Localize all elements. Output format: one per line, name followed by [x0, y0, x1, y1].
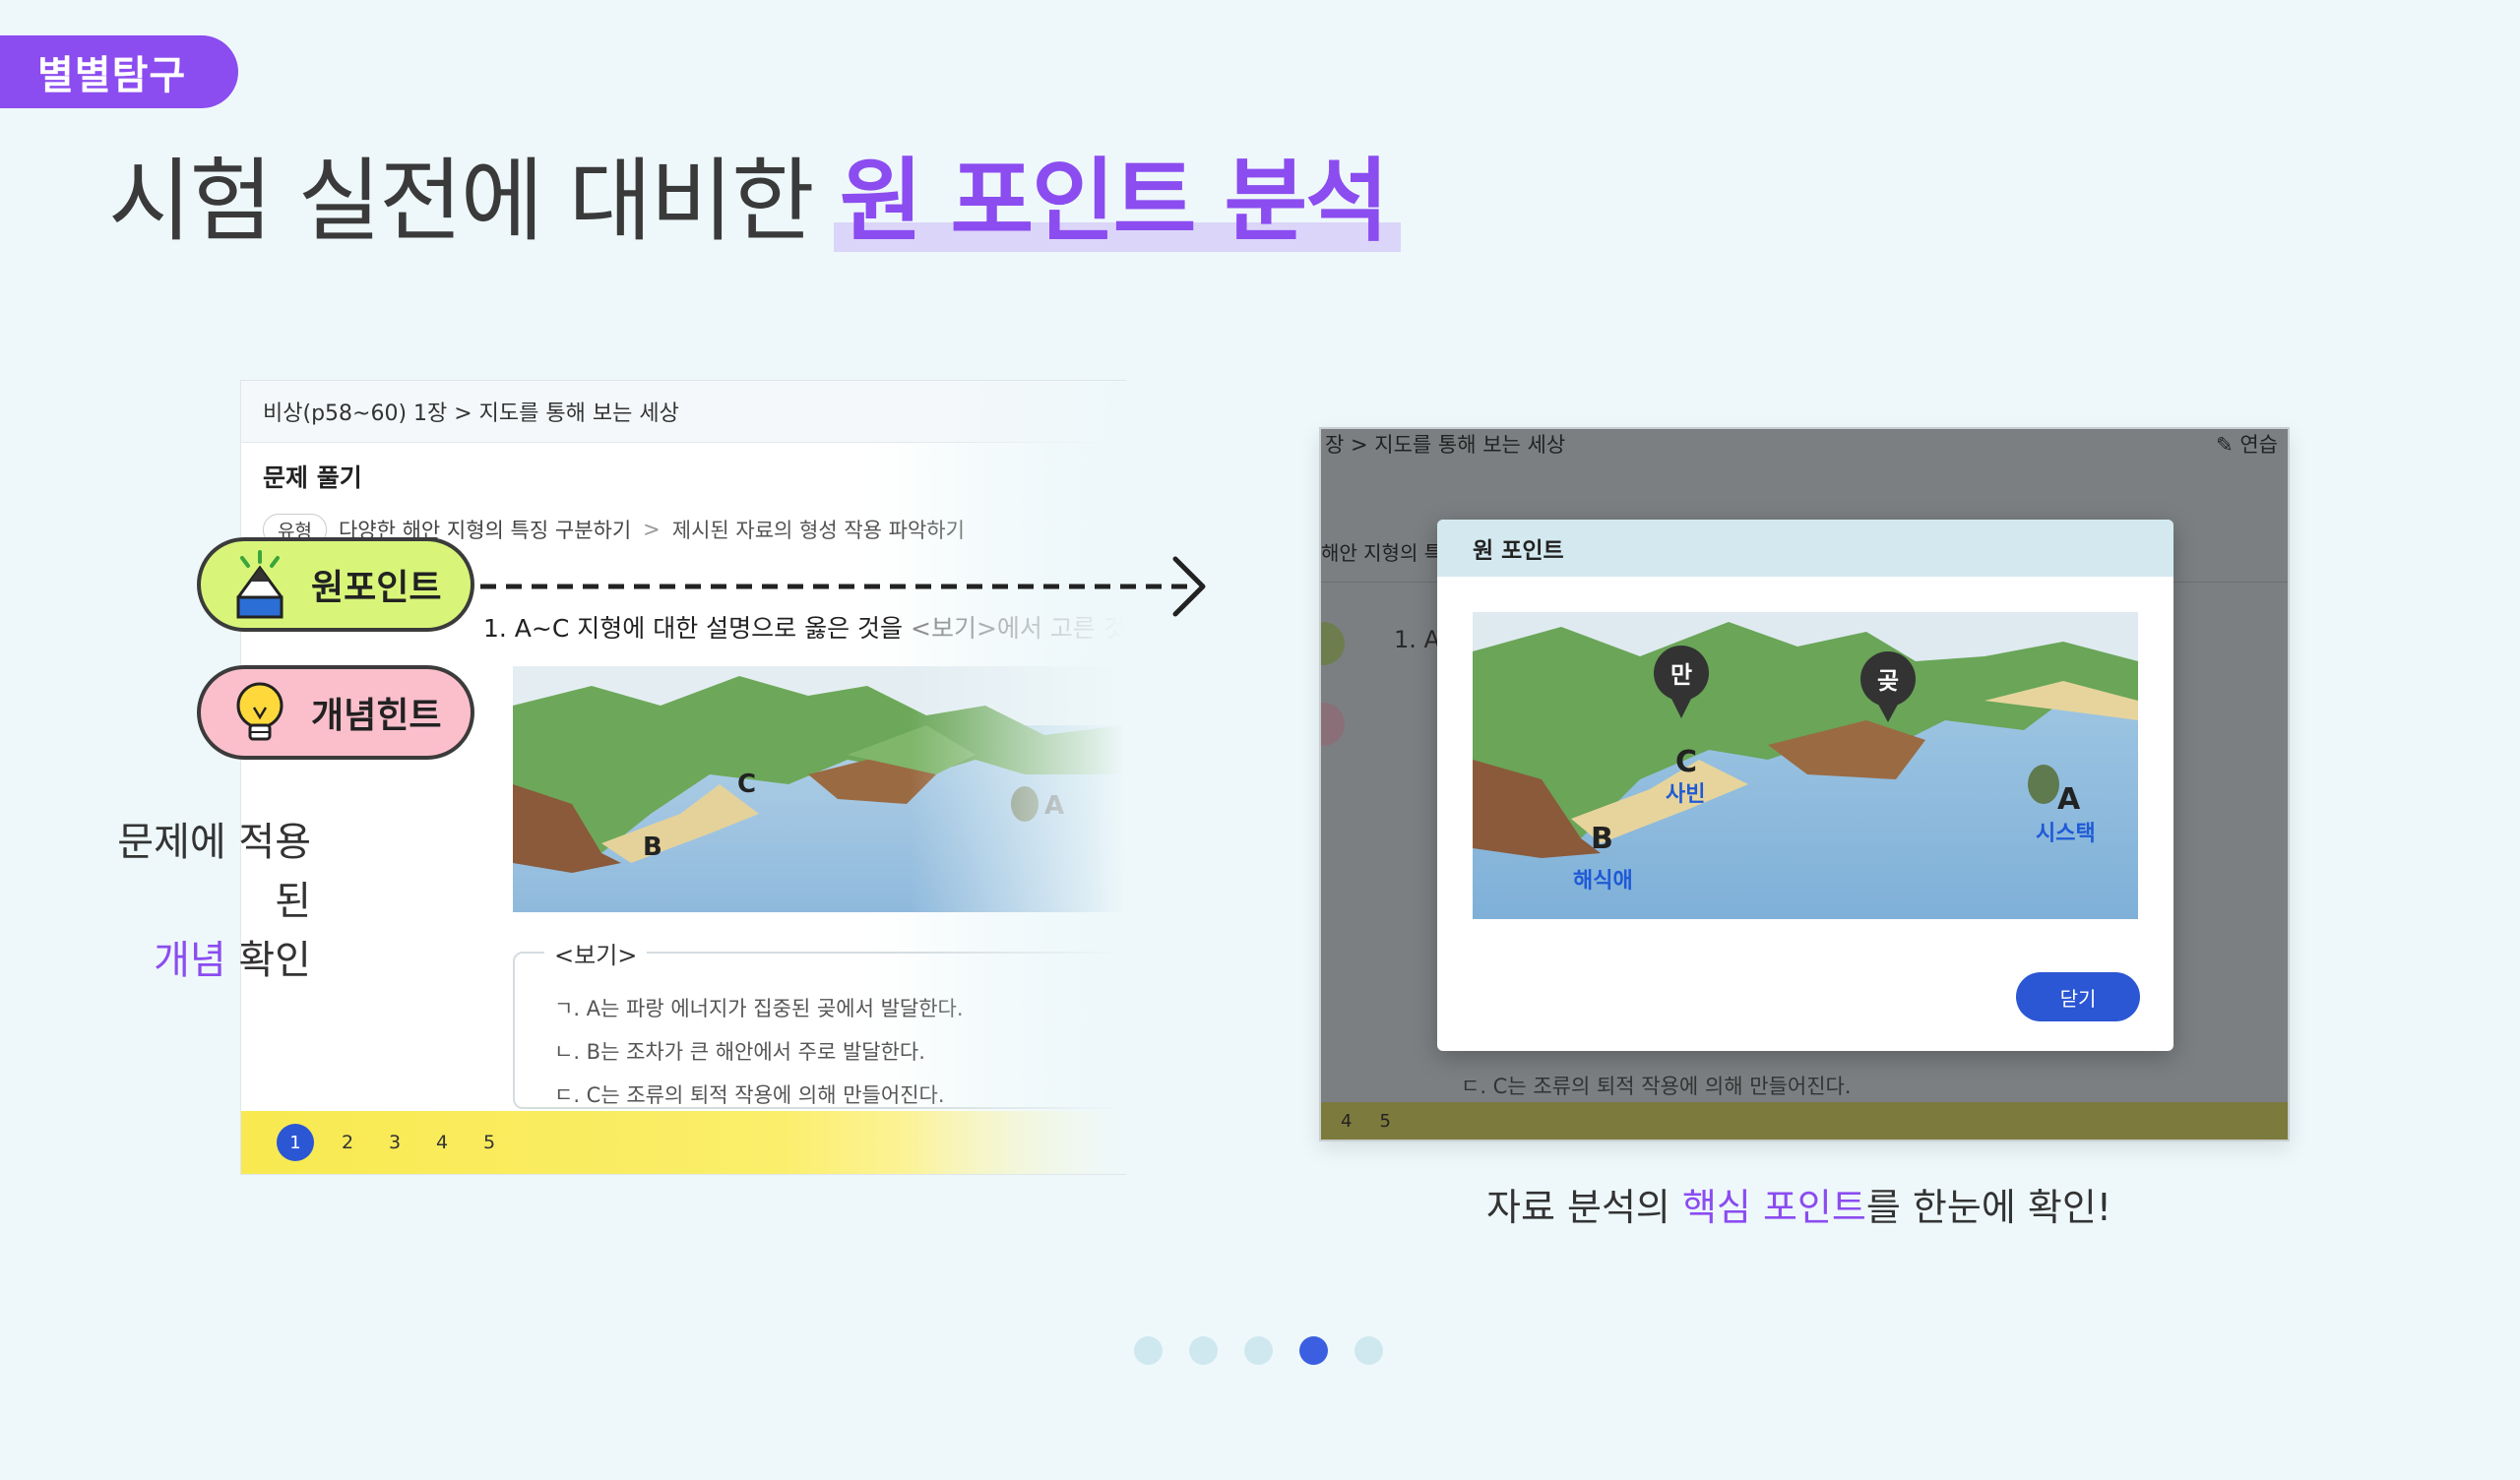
concept-hint-button[interactable]: 개념힌트 [197, 665, 474, 760]
caption-right: 자료 분석의 핵심 포인트를 한눈에 확인! [1486, 1177, 2111, 1231]
caption-left-line1: 문제에 적용된 [117, 820, 311, 924]
right-breadcrumb-text: 장 > 지도를 통해 보는 세상 [1325, 433, 1566, 457]
left-section-title: 문제 풀기 [263, 463, 362, 492]
left-pager: 1 2 3 4 5 [241, 1111, 1126, 1174]
carousel-dot[interactable] [1354, 1336, 1383, 1365]
page-3-button[interactable]: 3 [381, 1129, 409, 1156]
bogi-title: <보기> [544, 936, 648, 970]
right-breadcrumb: 장 > 지도를 통해 보는 세상 ✎ 연습 [1321, 429, 2288, 457]
page-1-button[interactable]: 1 [277, 1124, 314, 1161]
modal-coast-map: 만 곶 C B A 사빈 해식애 시스택 [1473, 612, 2138, 919]
carousel-dots [1134, 1336, 1383, 1365]
page-title: 시험 실전에 대비한 원 포인트 분석 [108, 128, 1389, 259]
section-badge: 별별탐구 [0, 35, 238, 108]
page-5-button[interactable]: 5 [475, 1129, 503, 1156]
side-pill-green[interactable] [1321, 622, 1345, 665]
page-2-button[interactable]: 2 [334, 1129, 361, 1156]
one-point-button[interactable]: 원포인트 [197, 537, 474, 632]
map-letter-b: B [1591, 822, 1613, 856]
arrow-connector [480, 556, 1206, 617]
left-coast-map: B C A [513, 666, 1123, 912]
right-question: 1. A [1394, 626, 1440, 653]
left-breadcrumb: 비상(p58~60) 1장 > 지도를 통해 보는 세상 [241, 381, 1126, 443]
page-title-prefix: 시험 실전에 대비한 [108, 149, 840, 254]
one-point-modal: 원 포인트 만 곶 C B A 사빈 해식애 시스택 닫기 [1437, 520, 2174, 1051]
page-5-button[interactable]: 5 [1379, 1111, 1390, 1132]
bogi-item: ㄴ. B는 조차가 큰 해안에서 주로 발달한다. [554, 1040, 925, 1064]
practice-label: 연습 [2239, 433, 2278, 457]
map-label-sistack: 시스택 [2036, 822, 2096, 846]
crumb-b[interactable]: 제시된 자료의 형성 작용 파악하기 [672, 515, 965, 544]
one-point-label: 원포인트 [311, 568, 442, 608]
edit-icon: ✎ [2216, 433, 2234, 457]
caption-left-highlight: 개념 [154, 938, 226, 983]
caption-right-prefix: 자료 분석의 [1486, 1186, 1682, 1229]
map-letter-a: A [2057, 782, 2081, 817]
carousel-dot[interactable] [1134, 1336, 1163, 1365]
pin-bay-label: 만 [1670, 661, 1692, 689]
crumb-sep: > [643, 518, 661, 541]
carousel-dot[interactable] [1244, 1336, 1273, 1365]
concept-hint-label: 개념힌트 [311, 696, 442, 736]
practice-link[interactable]: ✎ 연습 [2216, 429, 2278, 459]
page-4-button[interactable]: 4 [1341, 1111, 1352, 1132]
map-label-haesikae: 해식애 [1573, 869, 1633, 894]
lightbulb-icon [236, 682, 284, 741]
page-title-highlight: 원 포인트 분석 [839, 149, 1389, 254]
page-4-button[interactable]: 4 [428, 1129, 456, 1156]
pencil-icon [236, 550, 284, 619]
carousel-dot[interactable] [1189, 1336, 1218, 1365]
right-crumb: 해안 지형의 특 [1321, 541, 1443, 565]
side-pill-pink[interactable] [1321, 703, 1345, 746]
caption-left-rest: 확인 [225, 938, 311, 983]
map-label-sabin: 사빈 [1666, 782, 1705, 807]
pin-cape-label: 곶 [1877, 667, 1899, 695]
bogi-box: <보기> ㄱ. A는 파랑 에너지가 집중된 곶에서 발달한다. ㄴ. B는 조… [513, 936, 1123, 1109]
map-label-a: A [1044, 791, 1064, 821]
close-button[interactable]: 닫기 [2016, 972, 2140, 1021]
right-side-pills [1321, 622, 1345, 783]
modal-title: 원 포인트 [1437, 520, 2174, 577]
carousel-dot-active[interactable] [1299, 1336, 1328, 1365]
caption-left-line2: 개념 확인 [85, 931, 311, 990]
map-label-c: C [737, 770, 756, 799]
map-letter-c: C [1675, 745, 1697, 779]
caption-right-suffix: 를 한눈에 확인! [1865, 1186, 2112, 1229]
left-screenshot-panel: 비상(p58~60) 1장 > 지도를 통해 보는 세상 문제 풀기 유형 다양… [240, 380, 1126, 1175]
map-label-b: B [643, 832, 662, 862]
bogi-item: ㄷ. C는 조류의 퇴적 작용에 의해 만들어진다. [554, 1083, 945, 1107]
right-bogi-item: ㄷ. C는 조류의 퇴적 작용에 의해 만들어진다. [1461, 1075, 1852, 1098]
bogi-item: ㄱ. A는 파랑 에너지가 집중된 곶에서 발달한다. [554, 997, 964, 1020]
right-pager: 4 5 [1321, 1102, 2288, 1140]
caption-left: 문제에 적용된 개념 확인 [85, 813, 311, 990]
caption-right-highlight: 핵심 포인트 [1681, 1186, 1866, 1229]
